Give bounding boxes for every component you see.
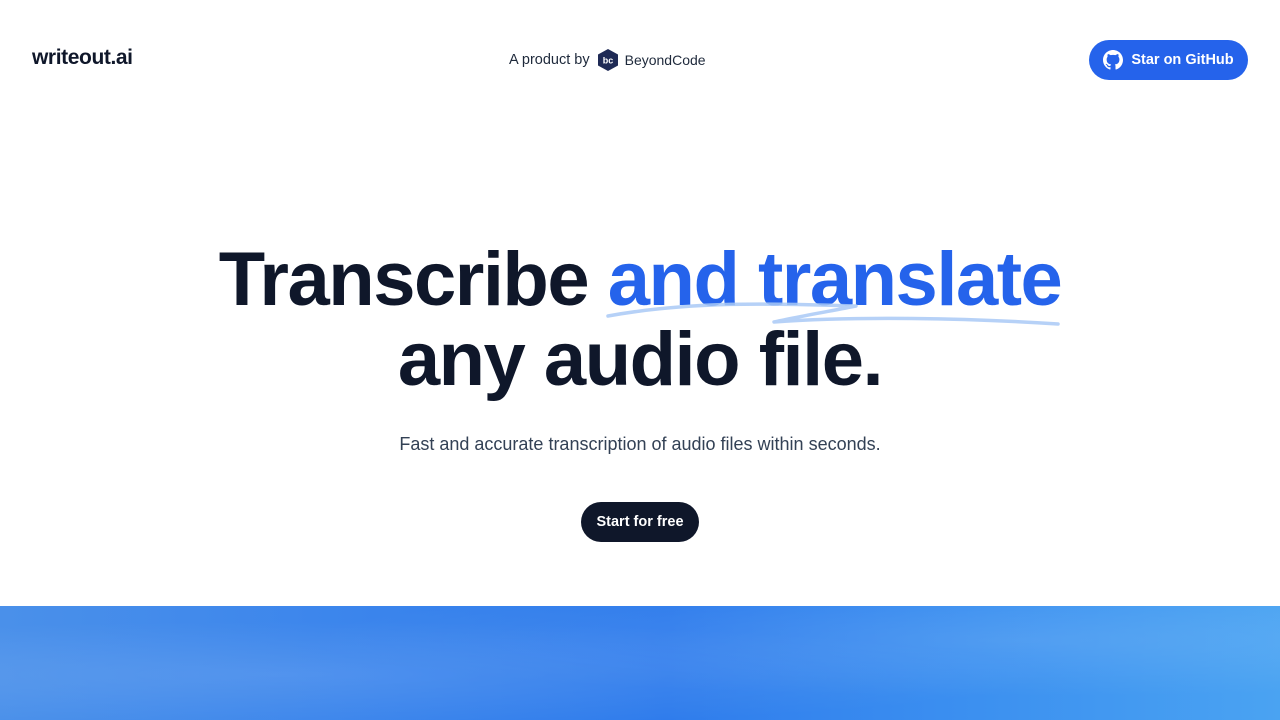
headline-line-1: Transcribe and translate <box>0 237 1280 326</box>
banner-glow <box>0 606 1280 720</box>
headline-line-2: any audio file. <box>397 317 884 402</box>
github-icon <box>1103 50 1124 70</box>
hero-subtitle: Fast and accurate transcription of audio… <box>399 434 881 454</box>
headline-part1: Transcribe <box>218 237 590 322</box>
github-button-label: Star on GitHub <box>1131 52 1234 68</box>
svg-text:bc: bc <box>602 56 613 66</box>
blue-banner-section <box>0 606 1280 720</box>
headline-accent: and translate <box>606 237 1063 326</box>
byline-prefix: A product by <box>509 52 590 68</box>
star-on-github-button[interactable]: Star on GitHub <box>1089 40 1248 80</box>
company-name: BeyondCode <box>624 52 706 68</box>
hero-section: Transcribe and translate any audio file. <box>0 240 1280 400</box>
start-for-free-button[interactable]: Start for free <box>581 502 699 542</box>
hero-headline: Transcribe and translate any audio file. <box>0 240 1280 400</box>
product-byline: A product by bc BeyondCode <box>509 47 706 73</box>
beyondcode-hex-logo-icon: bc <box>597 48 619 72</box>
beyondcode-link[interactable]: bc BeyondCode <box>597 48 706 72</box>
site-header: writeout.ai A product by bc BeyondCode S… <box>0 0 1280 120</box>
headline-accent-text: and translate <box>607 237 1063 322</box>
site-logo[interactable]: writeout.ai <box>32 46 133 70</box>
